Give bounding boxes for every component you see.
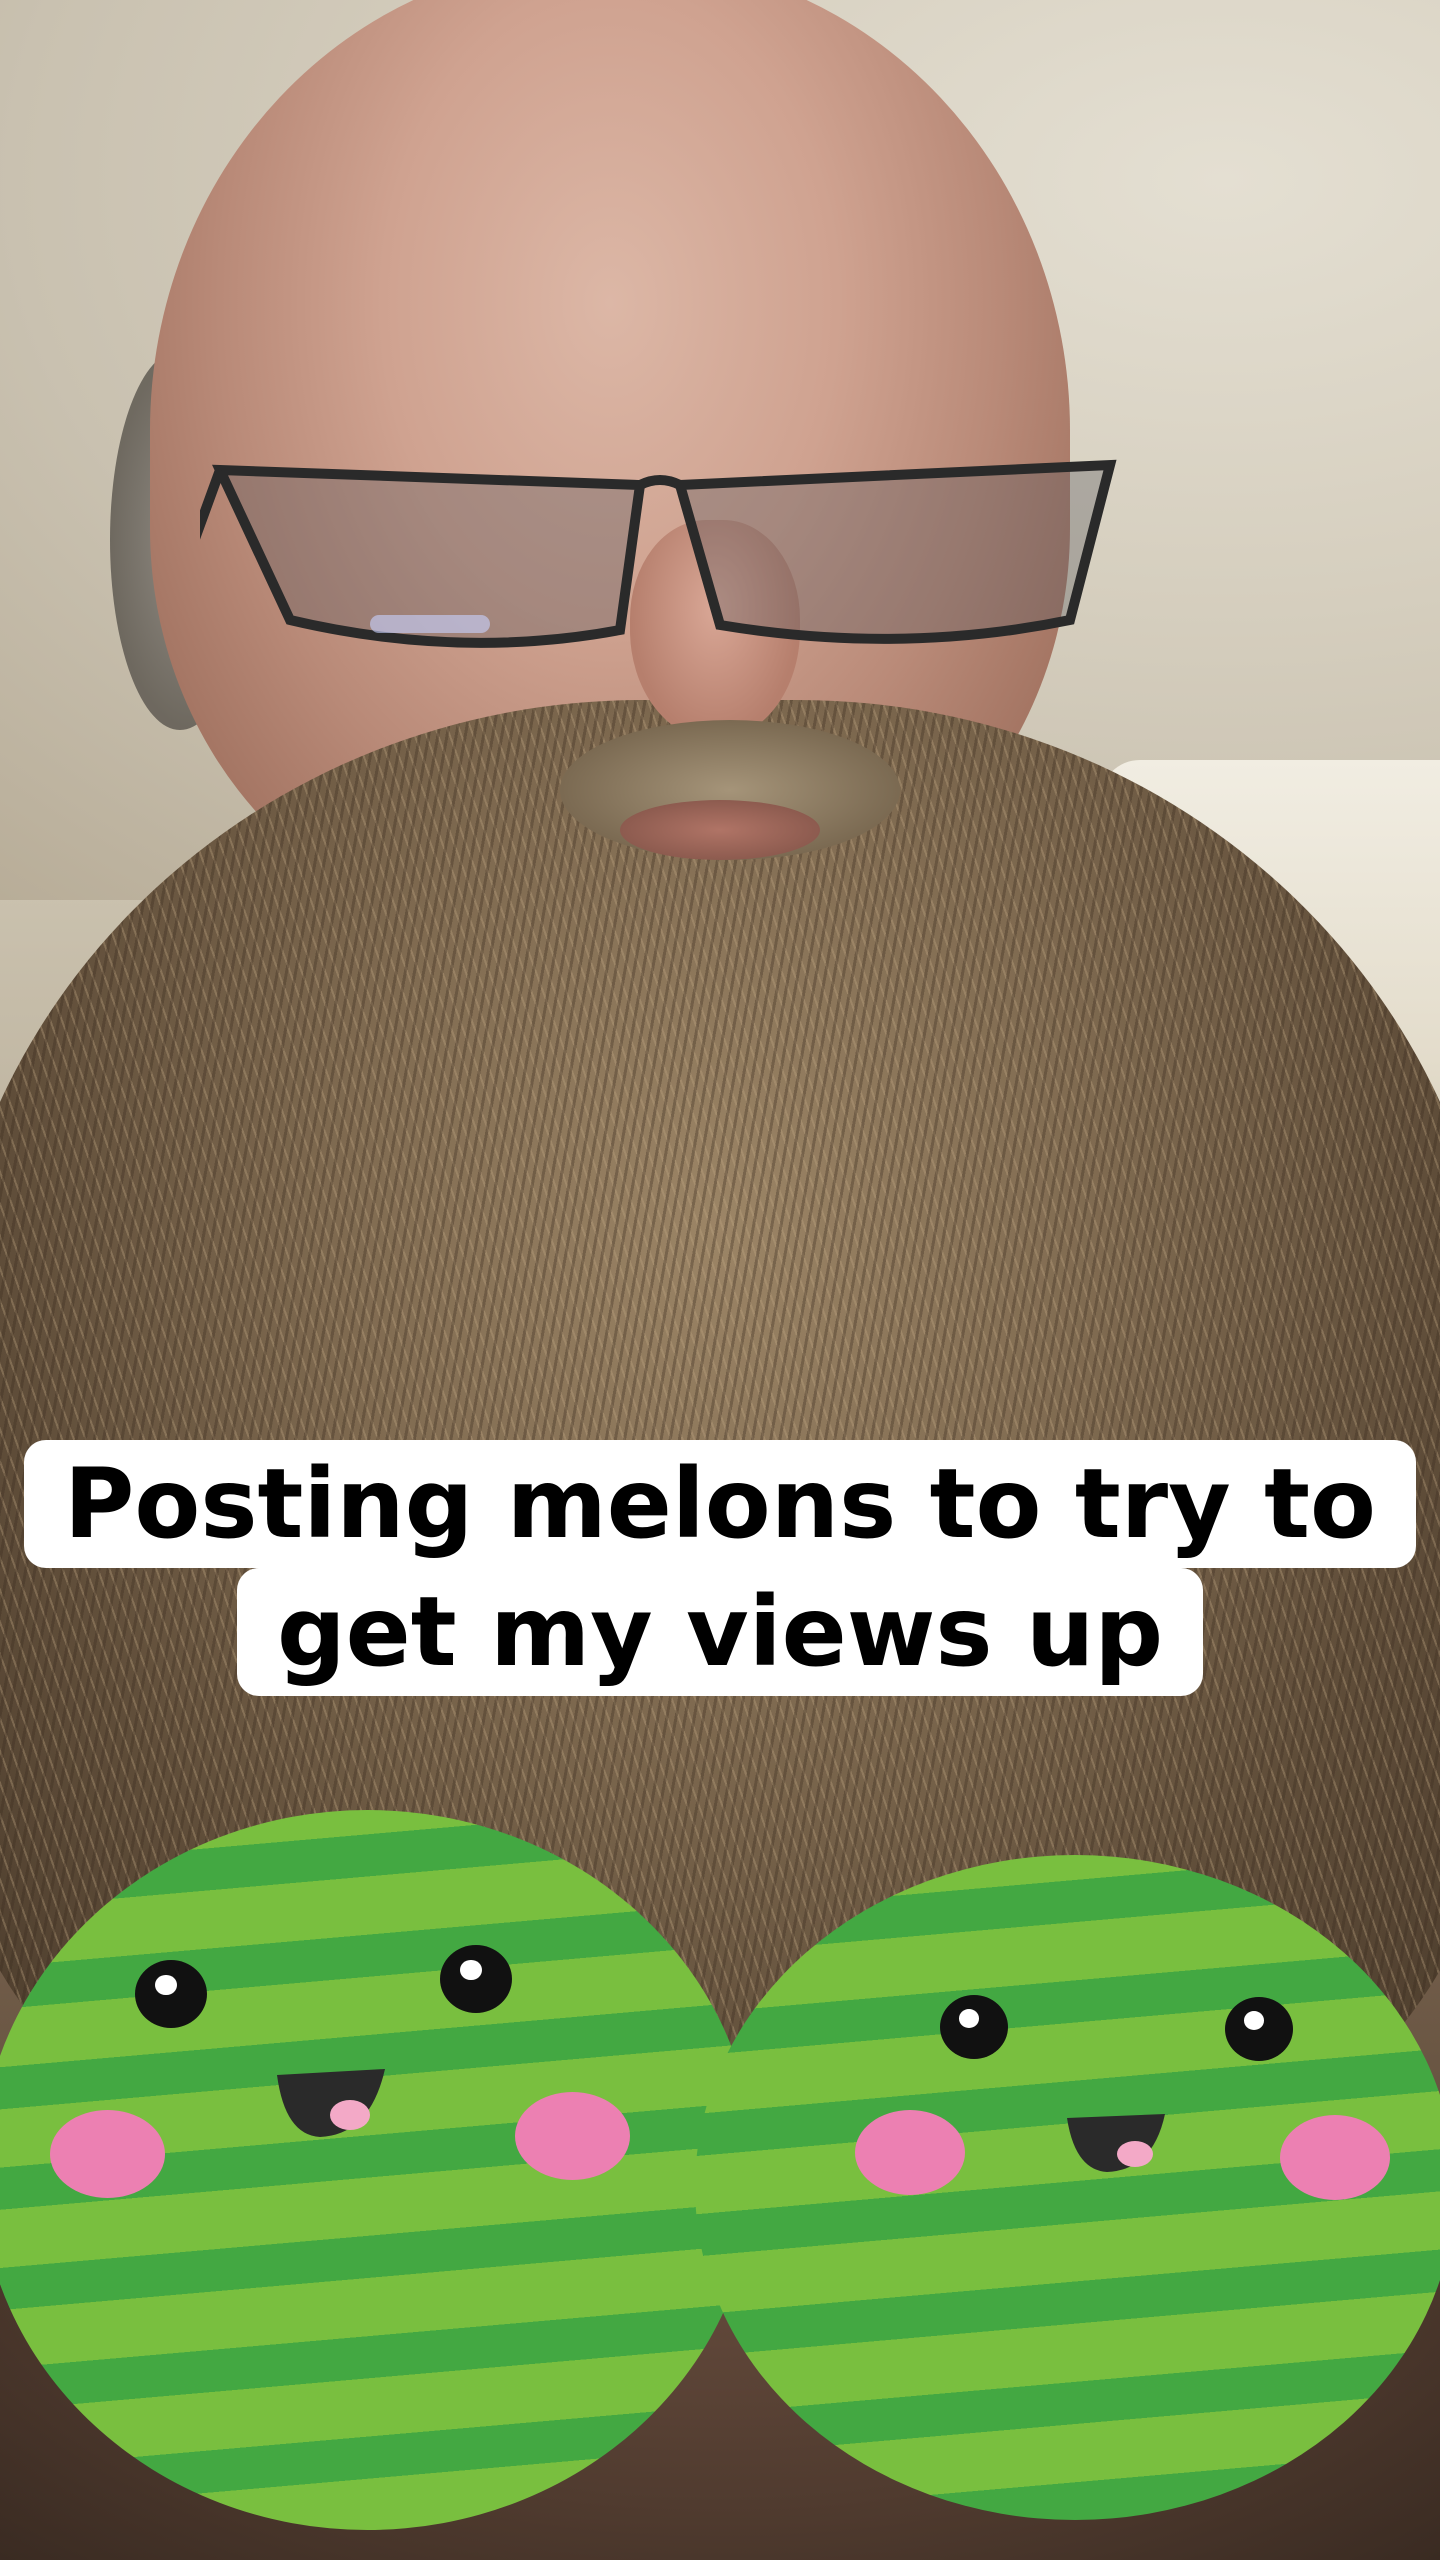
photo-frame: Posting melons to try to get my views up — [0, 0, 1440, 2560]
left-cheek — [855, 2110, 965, 2195]
watermelon-sticker-right — [695, 1855, 1440, 2520]
mouth — [620, 800, 820, 860]
left-eye — [135, 1960, 207, 2028]
caption-line-2: get my views up — [236, 1568, 1204, 1696]
right-eye — [440, 1945, 512, 2013]
smile-icon — [1067, 2114, 1165, 2172]
right-eye — [1225, 1997, 1293, 2061]
smile-icon — [277, 2069, 385, 2137]
left-eye — [940, 1995, 1008, 2059]
right-cheek — [515, 2092, 630, 2180]
caption-line-1: Posting melons to try to — [24, 1440, 1416, 1568]
left-cheek — [50, 2110, 165, 2198]
right-cheek — [1280, 2115, 1390, 2200]
caption: Posting melons to try to get my views up — [0, 1440, 1440, 1696]
watermelon-sticker-left — [0, 1810, 755, 2530]
eyeglasses — [200, 459, 1117, 648]
